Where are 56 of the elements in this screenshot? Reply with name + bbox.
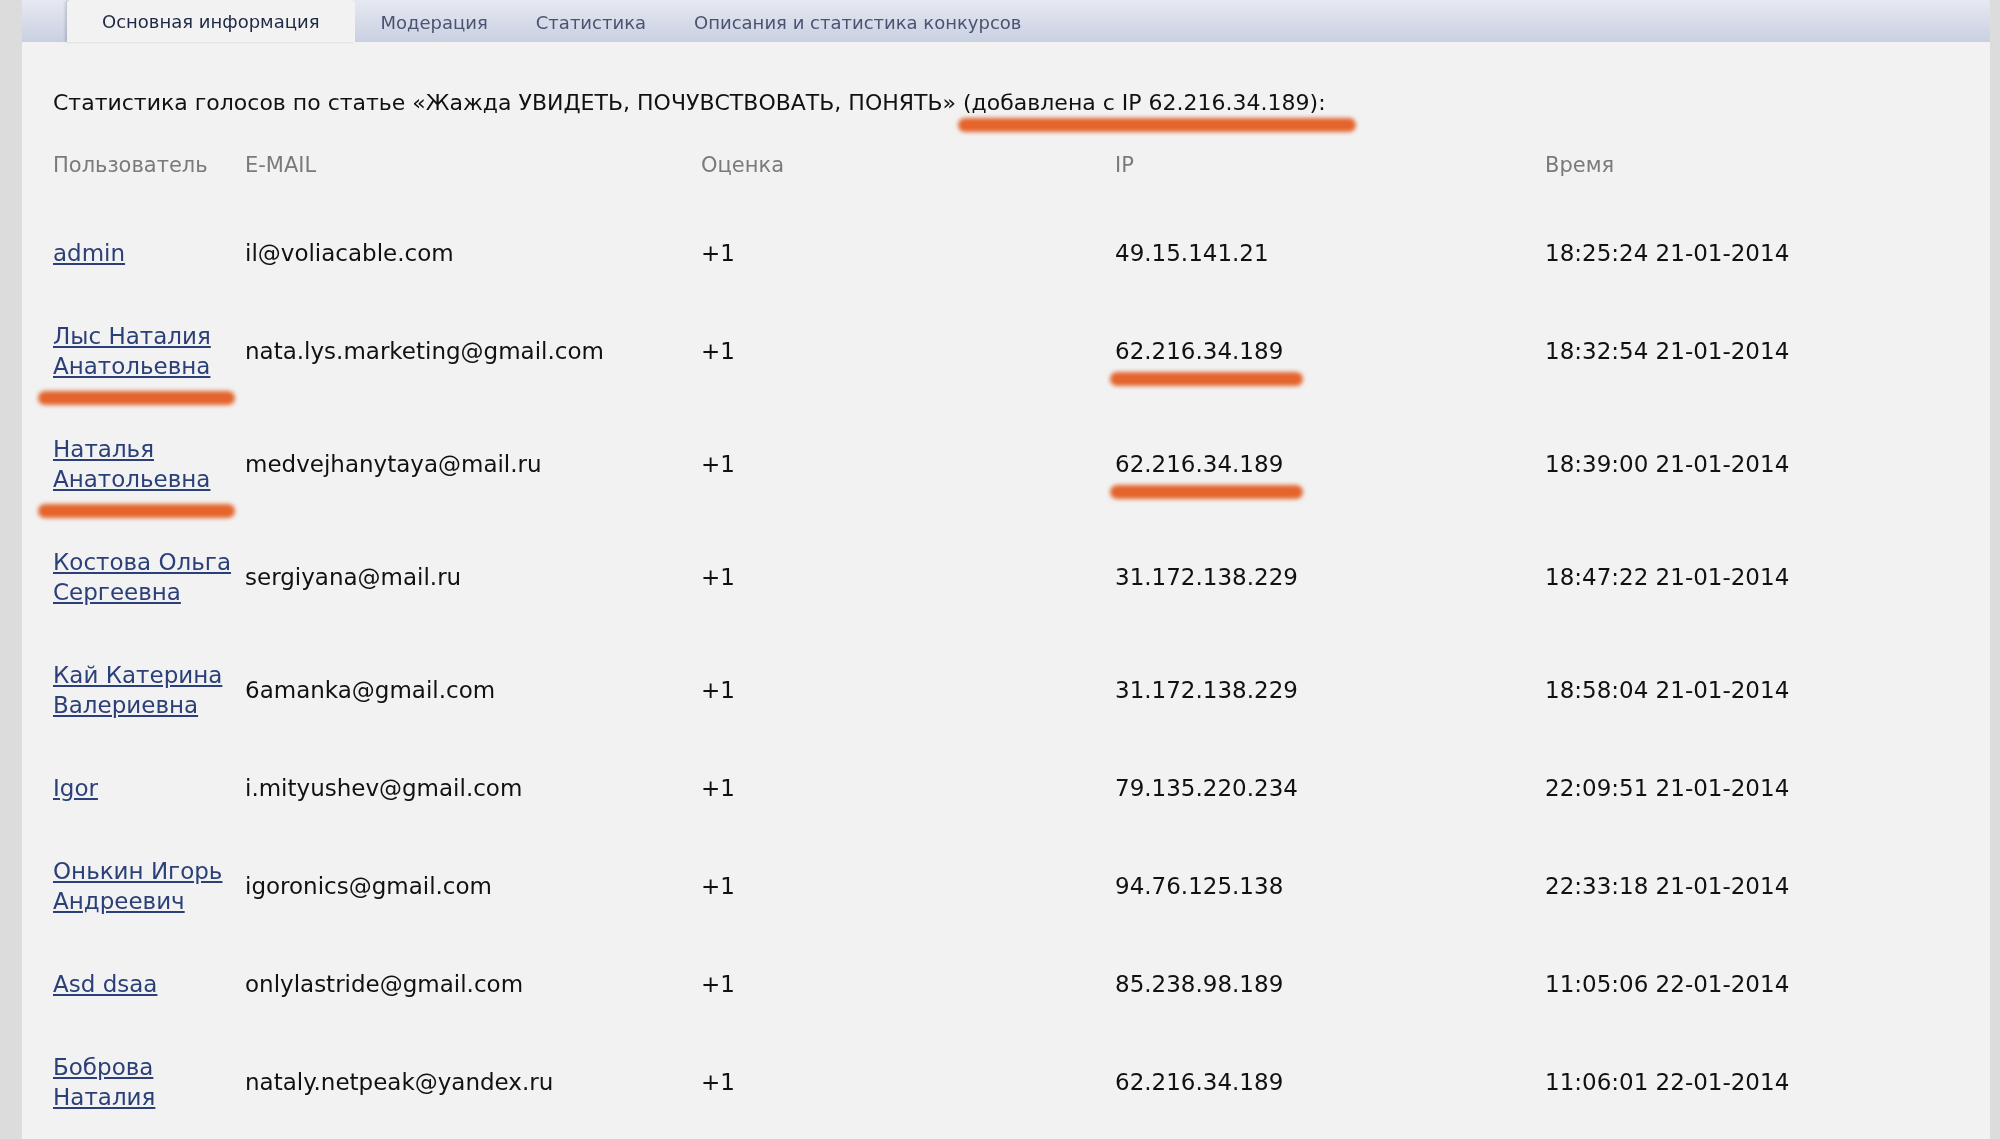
time-text: 11:06:01 22-01-2014 [1545,1069,1790,1095]
score-text: +1 [701,775,735,801]
user-link[interactable]: Онькин Игорь Андреевич [53,856,245,916]
time-text: 18:58:04 21-01-2014 [1545,677,1790,703]
time-text: 18:32:54 21-01-2014 [1545,338,1790,364]
email-text: i.mityushev@gmail.com [245,775,523,801]
tab[interactable]: Основная информация [67,0,355,42]
score-text: +1 [701,873,735,899]
column-header: Оценка [701,153,786,179]
score-text: +1 [701,338,735,364]
tab[interactable]: Описания и статистика конкурсов [672,2,1044,42]
tab[interactable]: Модерация [358,2,510,42]
email-text: onlylastride@gmail.com [245,971,524,997]
time-text: 18:25:24 21-01-2014 [1545,240,1790,266]
email-text: sergiyana@mail.ru [245,564,462,590]
time-text: 22:09:51 21-01-2014 [1545,775,1790,801]
score-text: +1 [701,677,735,703]
email-text: il@voliacable.com [245,240,454,266]
user-link[interactable]: admin [53,238,126,268]
email-text: 6amanka@gmail.com [245,677,496,703]
column-header: IP [1115,153,1135,179]
column-header: E-MAIL [245,153,318,179]
email-text: igoronics@gmail.com [245,873,492,899]
user-link[interactable]: Igor [53,773,98,803]
column-header: Пользователь [53,153,209,179]
time-text: 18:47:22 21-01-2014 [1545,564,1790,590]
ip-text: 62.216.34.189 [1115,451,1284,477]
user-link[interactable]: Наталья Анатольевна [53,434,245,494]
time-text: 18:39:00 21-01-2014 [1545,451,1790,477]
score-text: +1 [701,1069,735,1095]
user-link[interactable]: Боброва Наталия [53,1052,245,1112]
page-heading: Статистика голосов по статье «Жажда УВИДЕТЬ, ПОЧУВСТВОВАТЬ, ПОНЯТЬ» [53,90,957,115]
score-text: +1 [701,451,735,477]
heading-note: (добавлена с IP 62.216.34.189): [963,90,1326,115]
user-link[interactable]: Костова Ольга Сергеевна [53,547,245,607]
ip-text: 62.216.34.189 [1115,338,1284,364]
email-text: medvejhanytaya@mail.ru [245,451,542,477]
ip-text: 49.15.141.21 [1115,240,1269,266]
ip-text: 94.76.125.138 [1115,873,1284,899]
email-text: nata.lys.marketing@gmail.com [245,338,604,364]
ip-text: 31.172.138.229 [1115,564,1298,590]
ip-text: 31.172.138.229 [1115,677,1298,703]
score-text: +1 [701,564,735,590]
score-text: +1 [701,240,735,266]
tab[interactable]: Статистика [513,2,669,42]
user-link[interactable]: Лыс Наталия Анатольевна [53,321,245,381]
column-header: Время [1545,153,1616,179]
user-link[interactable]: Кай Катерина Валериевна [53,660,245,720]
time-text: 22:33:18 21-01-2014 [1545,873,1790,899]
time-text: 11:05:06 22-01-2014 [1545,971,1790,997]
email-text: nataly.netpeak@yandex.ru [245,1069,554,1095]
ip-text: 62.216.34.189 [1115,1069,1284,1095]
user-link[interactable]: Asd dsaa [53,969,158,999]
score-text: +1 [701,971,735,997]
ip-text: 85.238.98.189 [1115,971,1284,997]
ip-text: 79.135.220.234 [1115,775,1298,801]
